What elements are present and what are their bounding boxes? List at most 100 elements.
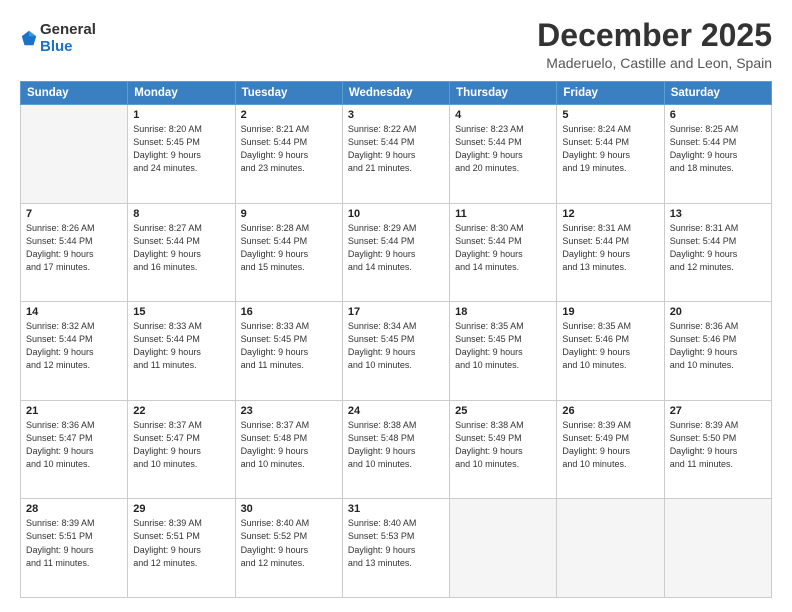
day-info: Sunrise: 8:35 AM Sunset: 5:45 PM Dayligh…: [455, 320, 551, 372]
table-row: [557, 499, 664, 598]
day-info: Sunrise: 8:31 AM Sunset: 5:44 PM Dayligh…: [670, 222, 766, 274]
table-row: 17 Sunrise: 8:34 AM Sunset: 5:45 PM Dayli…: [342, 302, 449, 401]
day-info: Sunrise: 8:39 AM Sunset: 5:50 PM Dayligh…: [670, 419, 766, 471]
table-row: 15Sunrise: 8:33 AM Sunset: 5:44 PM Dayli…: [128, 302, 235, 401]
day-number: 31: [348, 503, 444, 515]
day-number: 1: [133, 109, 229, 121]
day-info: Sunrise: 8:36 AM Sunset: 5:47 PM Dayligh…: [26, 419, 122, 471]
col-header-tuesday: Tuesday: [235, 82, 342, 105]
day-info: Sunrise: 8:40 AM Sunset: 5:53 PM Dayligh…: [348, 517, 444, 569]
logo-text: General Blue: [40, 22, 96, 55]
day-number: 10: [348, 208, 444, 220]
day-info: Sunrise: 8:35 AM Sunset: 5:46 PM Dayligh…: [562, 320, 658, 372]
table-row: 9 Sunrise: 8:28 AM Sunset: 5:44 PM Daylig…: [235, 203, 342, 302]
table-row: 27 Sunrise: 8:39 AM Sunset: 5:50 PM Dayli…: [664, 400, 771, 499]
day-info: Sunrise: 8:37 AM Sunset: 5:47 PM Dayligh…: [133, 419, 229, 471]
logo: General Blue: [20, 22, 96, 55]
day-number: 3: [348, 109, 444, 121]
day-info: Sunrise: 8:26 AM Sunset: 5:44 PM Dayligh…: [26, 222, 122, 274]
table-row: [21, 105, 128, 204]
table-row: 24Sunrise: 8:38 AM Sunset: 5:48 PM Dayli…: [342, 400, 449, 499]
table-row: 22Sunrise: 8:37 AM Sunset: 5:47 PM Dayli…: [128, 400, 235, 499]
day-number: 6: [670, 109, 766, 121]
day-info: Sunrise: 8:36 AM Sunset: 5:46 PM Dayligh…: [670, 320, 766, 372]
table-row: 28Sunrise: 8:39 AM Sunset: 5:51 PM Dayli…: [21, 499, 128, 598]
calendar-table: Sunday Monday Tuesday Wednesday Thursday…: [20, 81, 772, 598]
day-info: Sunrise: 8:28 AM Sunset: 5:44 PM Dayligh…: [241, 222, 337, 274]
day-number: 17: [348, 306, 444, 318]
table-row: 2 Sunrise: 8:21 AM Sunset: 5:44 PM Daylig…: [235, 105, 342, 204]
col-header-monday: Monday: [128, 82, 235, 105]
table-row: [450, 499, 557, 598]
day-info: Sunrise: 8:21 AM Sunset: 5:44 PM Dayligh…: [241, 123, 337, 175]
table-row: 30 Sunrise: 8:40 AM Sunset: 5:52 PM Dayli…: [235, 499, 342, 598]
day-info: Sunrise: 8:38 AM Sunset: 5:48 PM Dayligh…: [348, 419, 444, 471]
day-number: 9: [241, 208, 337, 220]
col-header-wednesday: Wednesday: [342, 82, 449, 105]
day-number: 27: [670, 405, 766, 417]
day-info: Sunrise: 8:40 AM Sunset: 5:52 PM Dayligh…: [241, 517, 337, 569]
day-number: 16: [241, 306, 337, 318]
table-row: 8 Sunrise: 8:27 AM Sunset: 5:44 PM Daylig…: [128, 203, 235, 302]
table-row: 13 Sunrise: 8:31 AM Sunset: 5:44 PM Dayli…: [664, 203, 771, 302]
page: General Blue December 2025 Maderuelo, Ca…: [0, 0, 792, 612]
day-info: Sunrise: 8:24 AM Sunset: 5:44 PM Dayligh…: [562, 123, 658, 175]
day-number: 21: [26, 405, 122, 417]
table-row: 16 Sunrise: 8:33 AM Sunset: 5:45 PM Dayli…: [235, 302, 342, 401]
col-header-thursday: Thursday: [450, 82, 557, 105]
day-number: 25: [455, 405, 551, 417]
day-info: Sunrise: 8:27 AM Sunset: 5:44 PM Dayligh…: [133, 222, 229, 274]
day-number: 14: [26, 306, 122, 318]
day-info: Sunrise: 8:31 AM Sunset: 5:44 PM Dayligh…: [562, 222, 658, 274]
header: General Blue December 2025 Maderuelo, Ca…: [20, 18, 772, 71]
day-number: 19: [562, 306, 658, 318]
calendar-week-row: 1 Sunrise: 8:20 AM Sunset: 5:45 PM Daylig…: [21, 105, 772, 204]
day-info: Sunrise: 8:33 AM Sunset: 5:45 PM Dayligh…: [241, 320, 337, 372]
col-header-friday: Friday: [557, 82, 664, 105]
table-row: 5Sunrise: 8:24 AM Sunset: 5:44 PM Daylig…: [557, 105, 664, 204]
table-row: 29 Sunrise: 8:39 AM Sunset: 5:51 PM Dayli…: [128, 499, 235, 598]
calendar-week-row: 7Sunrise: 8:26 AM Sunset: 5:44 PM Daylig…: [21, 203, 772, 302]
location-subtitle: Maderuelo, Castille and Leon, Spain: [537, 55, 772, 71]
day-info: Sunrise: 8:30 AM Sunset: 5:44 PM Dayligh…: [455, 222, 551, 274]
table-row: 20Sunrise: 8:36 AM Sunset: 5:46 PM Dayli…: [664, 302, 771, 401]
logo-blue: Blue: [40, 39, 96, 56]
day-number: 30: [241, 503, 337, 515]
day-info: Sunrise: 8:20 AM Sunset: 5:45 PM Dayligh…: [133, 123, 229, 175]
day-number: 11: [455, 208, 551, 220]
day-number: 4: [455, 109, 551, 121]
table-row: 4Sunrise: 8:23 AM Sunset: 5:44 PM Daylig…: [450, 105, 557, 204]
table-row: 18 Sunrise: 8:35 AM Sunset: 5:45 PM Dayli…: [450, 302, 557, 401]
day-number: 12: [562, 208, 658, 220]
table-row: 6Sunrise: 8:25 AM Sunset: 5:44 PM Daylig…: [664, 105, 771, 204]
calendar-week-row: 28Sunrise: 8:39 AM Sunset: 5:51 PM Dayli…: [21, 499, 772, 598]
calendar-week-row: 14Sunrise: 8:32 AM Sunset: 5:44 PM Dayli…: [21, 302, 772, 401]
day-number: 18: [455, 306, 551, 318]
day-info: Sunrise: 8:34 AM Sunset: 5:45 PM Dayligh…: [348, 320, 444, 372]
table-row: 14Sunrise: 8:32 AM Sunset: 5:44 PM Dayli…: [21, 302, 128, 401]
day-number: 29: [133, 503, 229, 515]
day-info: Sunrise: 8:38 AM Sunset: 5:49 PM Dayligh…: [455, 419, 551, 471]
day-info: Sunrise: 8:22 AM Sunset: 5:44 PM Dayligh…: [348, 123, 444, 175]
col-header-saturday: Saturday: [664, 82, 771, 105]
day-info: Sunrise: 8:39 AM Sunset: 5:51 PM Dayligh…: [26, 517, 122, 569]
day-number: 26: [562, 405, 658, 417]
table-row: 3 Sunrise: 8:22 AM Sunset: 5:44 PM Daylig…: [342, 105, 449, 204]
day-info: Sunrise: 8:39 AM Sunset: 5:51 PM Dayligh…: [133, 517, 229, 569]
table-row: 25 Sunrise: 8:38 AM Sunset: 5:49 PM Dayli…: [450, 400, 557, 499]
calendar-week-row: 21 Sunrise: 8:36 AM Sunset: 5:47 PM Dayli…: [21, 400, 772, 499]
day-info: Sunrise: 8:33 AM Sunset: 5:44 PM Dayligh…: [133, 320, 229, 372]
title-block: December 2025 Maderuelo, Castille and Le…: [537, 18, 772, 71]
calendar-header-row: Sunday Monday Tuesday Wednesday Thursday…: [21, 82, 772, 105]
month-title: December 2025: [537, 18, 772, 53]
table-row: [664, 499, 771, 598]
day-number: 8: [133, 208, 229, 220]
table-row: 31 Sunrise: 8:40 AM Sunset: 5:53 PM Dayli…: [342, 499, 449, 598]
day-number: 23: [241, 405, 337, 417]
col-header-sunday: Sunday: [21, 82, 128, 105]
day-number: 2: [241, 109, 337, 121]
table-row: 10Sunrise: 8:29 AM Sunset: 5:44 PM Dayli…: [342, 203, 449, 302]
day-number: 13: [670, 208, 766, 220]
logo-icon: [20, 29, 38, 47]
table-row: 21 Sunrise: 8:36 AM Sunset: 5:47 PM Dayli…: [21, 400, 128, 499]
